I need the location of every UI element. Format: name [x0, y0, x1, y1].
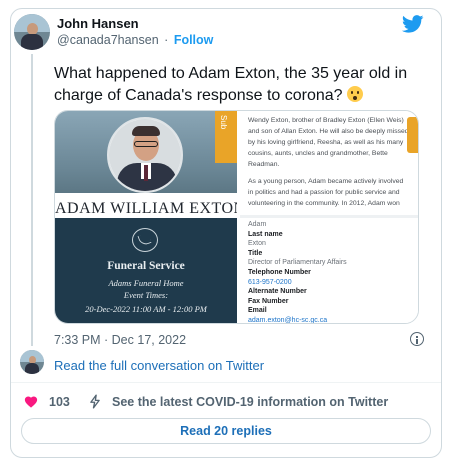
- funeral-home: Adams Funeral Home: [108, 278, 184, 288]
- like-count[interactable]: 103: [49, 395, 70, 409]
- obituary-paragraph-2: As a young person, Adam became actively …: [248, 178, 404, 207]
- author-handle-line: @canada7hansen · Follow: [57, 33, 213, 47]
- dove-icon: [132, 228, 158, 252]
- fax-label: Fax Number: [248, 297, 289, 305]
- covid-info-link[interactable]: See the latest COVID-19 information on T…: [112, 395, 388, 409]
- title-value: Director of Parliamentary Affairs: [248, 259, 347, 267]
- title-label: Title: [248, 249, 263, 257]
- read-replies-button[interactable]: Read 20 replies: [21, 418, 431, 444]
- separator-dot: ·: [164, 33, 169, 47]
- funeral-title: Funeral Service: [107, 260, 185, 272]
- tweet-timestamp[interactable]: 7:33 PM · Dec 17, 2022: [54, 333, 186, 347]
- author-handle[interactable]: @canada7hansen: [57, 33, 159, 47]
- obituary-paragraph-1: Wendy Exton, brother of Bradley Exton (E…: [248, 117, 409, 168]
- last-name-label: Last name: [248, 230, 283, 238]
- divider: [11, 382, 441, 383]
- event-times-label: Event Times:: [123, 290, 169, 300]
- email-value: adam.exton@hc-sc.gc.ca: [248, 316, 328, 324]
- follow-button[interactable]: Follow: [174, 33, 214, 47]
- first-name-value: Adam: [248, 221, 267, 228]
- event-date-time: 20-Dec-2022 11:00 AM - 12:00 PM: [85, 304, 207, 314]
- phone-value: 613-957-0200: [248, 278, 292, 286]
- last-name-value: Exton: [248, 240, 266, 248]
- directory-panel: Adam Last name Exton Title Director of P…: [240, 218, 418, 324]
- flushed-face-emoji: [347, 86, 364, 102]
- portrait-photo: [107, 117, 183, 193]
- alternate-number-label: Alternate Number: [248, 288, 307, 296]
- bookmark-tab: [407, 117, 418, 153]
- lightning-bolt-icon: [90, 394, 100, 409]
- info-icon[interactable]: [410, 332, 424, 346]
- funeral-panel: Funeral Service Adams Funeral Home Event…: [55, 218, 237, 323]
- tweet-media-collage[interactable]: Sub ADAM WILLIAM EXTON Funeral Service A…: [54, 110, 419, 324]
- obituary-panel: Wendy Exton, brother of Bradley Exton (E…: [240, 111, 418, 215]
- author-name[interactable]: John Hansen: [57, 16, 139, 31]
- author-avatar-small[interactable]: [20, 350, 44, 374]
- heart-icon[interactable]: [24, 395, 38, 408]
- subscribe-tab: Sub: [215, 111, 237, 163]
- phone-label: Telephone Number: [248, 268, 311, 276]
- email-label: Email: [248, 307, 267, 315]
- twitter-bird-icon[interactable]: [402, 15, 424, 33]
- thread-line: [31, 54, 33, 346]
- tweet-text: What happened to Adam Exton, the 35 year…: [54, 63, 414, 107]
- read-conversation-link[interactable]: Read the full conversation on Twitter: [54, 358, 264, 373]
- author-avatar[interactable]: [14, 14, 50, 50]
